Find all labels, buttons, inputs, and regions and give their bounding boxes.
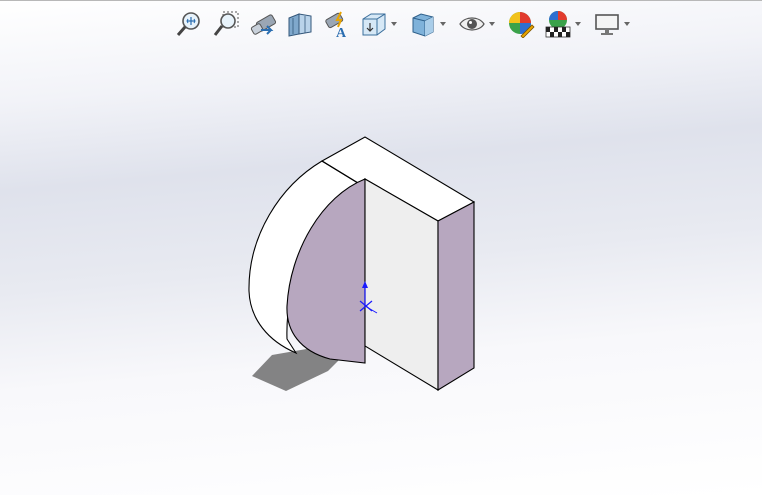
zoom-to-fit-icon [176,12,200,36]
zoom-to-area-icon [213,11,239,36]
zoom-to-area-button[interactable] [211,9,241,39]
display-style-button[interactable] [408,9,438,39]
heads-up-view-toolbar: A [174,7,641,41]
view-orientation-button[interactable] [359,9,389,39]
3d-part-model[interactable] [0,1,762,496]
edit-appearance-icon [509,12,535,38]
dynamic-annotation-views-icon: A [325,11,347,38]
dynamic-annotation-views-button[interactable]: A [322,9,352,39]
display-style-icon [412,13,434,37]
apply-scene-dropdown[interactable] [573,9,583,39]
section-view-icon [288,13,312,37]
edit-appearance-button[interactable] [506,9,536,39]
view-settings-dropdown[interactable] [622,9,632,39]
apply-scene-button[interactable] [543,9,573,39]
block-right-face [437,201,475,391]
graphics-area[interactable]: A [0,0,762,495]
hide-show-items-dropdown[interactable] [487,9,497,39]
hide-show-items-button[interactable] [457,9,487,39]
previous-view-icon [250,14,277,35]
svg-text:A: A [336,26,347,38]
apply-scene-icon [545,11,571,38]
view-orientation-icon [362,13,386,36]
zoom-to-fit-button[interactable] [174,9,204,39]
section-view-button[interactable] [285,9,315,39]
previous-view-button[interactable] [248,9,278,39]
hide-show-items-icon [459,17,485,31]
view-orientation-dropdown[interactable] [389,9,399,39]
display-style-dropdown[interactable] [438,9,448,39]
view-settings-icon [595,14,619,35]
view-settings-button[interactable] [592,9,622,39]
